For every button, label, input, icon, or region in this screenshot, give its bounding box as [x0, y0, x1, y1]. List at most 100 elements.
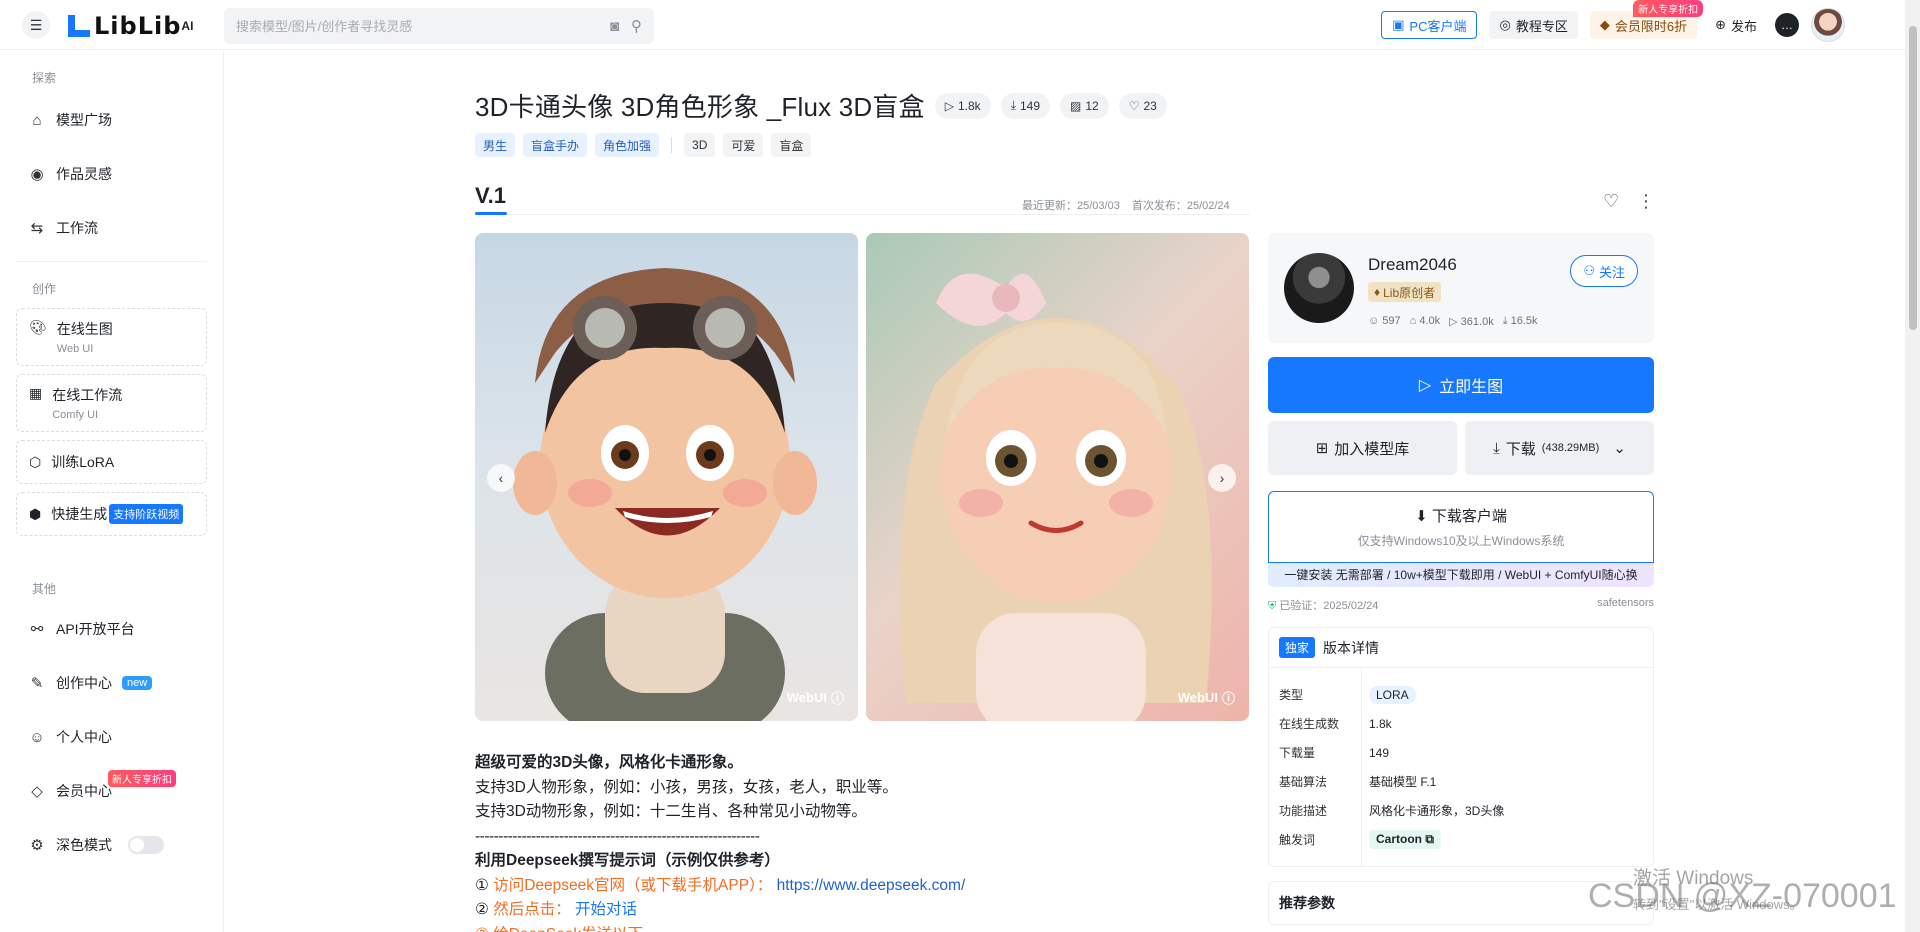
quick-gen-tag: 支持阶跃视频: [109, 504, 184, 524]
logo-text: LibLib: [94, 12, 182, 40]
vip-promo-badge: 新人专享折扣: [1633, 0, 1704, 17]
gallery-image-girl[interactable]: WebUI ⓘ: [866, 233, 1249, 721]
sidebar-item-creator[interactable]: ✎ 创作中心 new: [16, 656, 207, 710]
desc-line3: 支持3D动物形象，例如：十二生肖、各种常见小动物等。: [475, 803, 867, 820]
downloads-stat: ⤓ 16.5k: [1502, 315, 1538, 327]
verified-date: 已验证：2025/02/24: [1279, 600, 1379, 612]
sidebar-item-label: 个人中心: [56, 729, 112, 745]
boy-illustration: [513, 268, 817, 721]
sidebar-item-comfyui[interactable]: ▦ 在线工作流 Comfy UI: [16, 374, 207, 432]
desktop-download-icon: ⬇︎: [1415, 508, 1428, 525]
comfyui-label: 在线工作流: [52, 387, 123, 403]
webui-badge-label: WebUI: [786, 690, 827, 705]
sidebar-item-dark-mode[interactable]: ⚙ 深色模式: [16, 818, 207, 872]
sidebar-item-inspiration[interactable]: ◉ 作品灵感: [16, 147, 207, 201]
published-date: 首次发布：25/02/24: [1131, 200, 1230, 212]
add-library-label: 加入模型库: [1334, 440, 1410, 458]
tag-boy[interactable]: 男生: [475, 133, 516, 157]
more-icon[interactable]: ⋮: [1637, 191, 1655, 212]
sidebar-item-model-square[interactable]: ⌂ 模型广场: [16, 93, 207, 147]
next-arrow-icon[interactable]: ›: [1208, 464, 1236, 492]
copy-icon[interactable]: ⧉: [1425, 832, 1434, 846]
likes-stat[interactable]: ♡ 23: [1118, 92, 1167, 119]
scrollbar[interactable]: [1905, 0, 1920, 932]
sidebar-item-workflow[interactable]: ⇆ 工作流: [16, 201, 207, 255]
author-card: Dream2046 ♦ Lib原创者 ☺ 597 ⌂ 4.0k ▷ 361.0k …: [1268, 233, 1654, 343]
detail-key: 触发词: [1279, 833, 1316, 847]
pc-client-button[interactable]: ▣ PC客户端: [1381, 11, 1478, 39]
explore-section-title: 探索: [32, 71, 57, 85]
run-button[interactable]: ▷ 立即生图: [1268, 357, 1654, 413]
prev-arrow-icon[interactable]: ‹: [487, 464, 515, 492]
user-avatar[interactable]: [1811, 8, 1845, 42]
gallery-image-boy[interactable]: WebUI ⓘ: [475, 233, 858, 721]
download-client-button[interactable]: ⬇︎ 下载客户端 仅支持Windows10及以上Windows系统: [1268, 491, 1654, 563]
detail-value: 风格化卡通形象，3D头像: [1369, 804, 1505, 818]
detail-key: 在线生成数: [1279, 717, 1340, 731]
search-input[interactable]: [236, 18, 598, 34]
updated-date: 最近更新：25/03/03: [1022, 200, 1120, 212]
quick-gen-label: 快捷生成: [51, 506, 108, 522]
sidebar-item-quick-gen[interactable]: ⬢ 快捷生成 支持阶跃视频: [16, 492, 207, 536]
version-active-indicator: [475, 212, 507, 215]
search-icon[interactable]: ⚲: [631, 17, 642, 35]
version-tab[interactable]: V.1: [475, 183, 506, 209]
tag-box[interactable]: 盲盒: [771, 133, 812, 157]
menu-icon[interactable]: ☰: [22, 11, 50, 39]
sidebar-item-train-lora[interactable]: ⬡ 训练LoRA: [16, 440, 207, 484]
play-icon: ▷: [1418, 377, 1432, 394]
desc-line2: 支持3D人物形象，例如：小孩，男孩，女孩，老人，职业等。: [475, 778, 898, 796]
info-icon[interactable]: ⓘ: [831, 688, 844, 707]
author-name[interactable]: Dream2046: [1368, 255, 1457, 275]
message-icon[interactable]: …: [1775, 13, 1799, 37]
images-stat: ▨ 12: [1060, 92, 1109, 119]
create-section-title: 创作: [32, 282, 57, 296]
new-badge: new: [122, 676, 153, 690]
add-library-button[interactable]: ⊞ 加入模型库: [1268, 421, 1457, 475]
vip-label: 会员限时6折: [1614, 18, 1688, 34]
detail-row-trigger: 触发词 Cartoon ⧉: [1269, 825, 1653, 854]
dark-mode-toggle[interactable]: [128, 836, 164, 854]
trigger-word-pill[interactable]: Cartoon ⧉: [1369, 830, 1441, 849]
follow-button[interactable]: ⚇ 关注: [1570, 255, 1638, 287]
sidebar-item-webui[interactable]: 🎨︎ 在线生图 Web UI: [16, 308, 207, 366]
publish-label: 发布: [1730, 18, 1757, 34]
tutorial-button[interactable]: ◎ 教程专区: [1489, 11, 1578, 39]
creator-badge-label: Lib原创者: [1383, 285, 1436, 300]
sidebar-item-vip[interactable]: ◇ 会员中心 新人专享折扣: [16, 764, 207, 818]
vip-button[interactable]: ◆ 会员限时6折 新人专享折扣: [1589, 0, 1704, 39]
step2-action: 开始对话: [575, 901, 638, 918]
camera-icon[interactable]: ◙: [610, 18, 619, 35]
detail-row-base: 基础算法 基础模型 F.1: [1269, 767, 1653, 796]
tag-cute[interactable]: 可爱: [723, 133, 764, 157]
info-icon[interactable]: ⓘ: [1222, 688, 1235, 707]
sidebar: 探索 ⌂ 模型广场 ◉ 作品灵感 ⇆ 工作流 创作 🎨︎ 在线生图 Web UI…: [0, 51, 224, 932]
author-likes-count: 4.0k: [1419, 315, 1441, 327]
favorite-icon[interactable]: ♡: [1603, 191, 1619, 212]
detail-row-description: 功能描述 风格化卡通形象，3D头像: [1269, 796, 1653, 825]
tag-character[interactable]: 角色加强: [595, 133, 660, 157]
link-icon: ⚯: [30, 621, 44, 638]
tag-3d[interactable]: 3D: [684, 133, 716, 157]
pc-client-label: PC客户端: [1409, 18, 1467, 34]
sidebar-item-api[interactable]: ⚯ API开放平台: [16, 602, 207, 656]
scrollbar-thumb[interactable]: [1909, 26, 1917, 330]
runs-stat: ▷ 1.8k: [934, 92, 991, 119]
logo[interactable]: LibLib AI: [66, 12, 193, 40]
desc-divider: ----------------------------------------…: [475, 827, 760, 845]
publish-button[interactable]: ⊕ 发布: [1709, 11, 1763, 39]
step2-num: ②: [475, 901, 489, 918]
tag-blindbox[interactable]: 盲盒手办: [523, 133, 588, 157]
deepseek-link[interactable]: https://www.deepseek.com/: [777, 877, 966, 894]
run-label: 立即生图: [1439, 379, 1504, 396]
tutorial-label: 教程专区: [1515, 18, 1568, 34]
bulb-icon: ◉: [30, 166, 44, 183]
sidebar-item-personal[interactable]: ☺ 个人中心: [16, 710, 207, 764]
download-button[interactable]: ⤓ 下载 (438.29MB) ⌄: [1465, 421, 1654, 475]
download-label: 下载: [1505, 440, 1536, 458]
box-icon: ⬢: [29, 505, 42, 522]
author-avatar[interactable]: [1284, 253, 1354, 323]
model-description: 超级可爱的3D头像，风格化卡通形象。 支持3D人物形象，例如：小孩，男孩，女孩，…: [475, 751, 1255, 932]
version-details-card: 独家 版本详情 类型 LORA 在线生成数 1.8k 下载量 149 基础算法 基础模型…: [1268, 627, 1654, 867]
step2-text: 然后点击：: [493, 901, 571, 918]
